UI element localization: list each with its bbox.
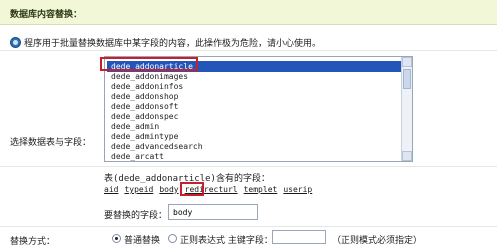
- divider: [0, 226, 497, 227]
- replace-mode-label: 替换方式：: [10, 237, 56, 247]
- replace-field-input[interactable]: [168, 204, 258, 220]
- regex-note: （正则模式必须指定）: [332, 236, 423, 246]
- divider: [0, 166, 497, 167]
- section-title: 数据库内容替换：: [10, 10, 83, 20]
- field-link-aid[interactable]: aid: [104, 185, 118, 194]
- table-select-label: 选择数据表与字段：: [10, 138, 92, 148]
- field-link-templet[interactable]: templet: [244, 185, 278, 194]
- field-links: aid typeid body redirecturl templet userip: [104, 185, 318, 194]
- section-header: 数据库内容替换：: [0, 0, 497, 25]
- field-link-userip[interactable]: userip: [283, 185, 312, 194]
- divider: [0, 50, 497, 51]
- field-link-body[interactable]: body: [159, 185, 178, 194]
- table-option[interactable]: dede_arcatt: [107, 151, 401, 162]
- highlight-box-body-field: [180, 182, 204, 196]
- highlight-box-selected-table: [100, 57, 198, 71]
- field-link-typeid[interactable]: typeid: [124, 185, 153, 194]
- table-listbox[interactable]: dede_addonarticle dede_addonimages dede_ad…: [104, 56, 413, 162]
- option-normal-label: 普通替换: [124, 236, 161, 246]
- listbox-scrollbar[interactable]: [401, 57, 412, 161]
- scroll-thumb[interactable]: [403, 69, 411, 89]
- scroll-up-arrow-icon[interactable]: [402, 57, 412, 67]
- replace-field-label: 要替换的字段：: [104, 211, 168, 221]
- primary-key-input[interactable]: [272, 230, 326, 244]
- option-regex-label: 正则表达式 主键字段：: [180, 236, 273, 246]
- warning-text: 程序用于批量替换数据库中某字段的内容，此操作极为危险，请小心使用。: [24, 39, 322, 49]
- radio-regex-replace[interactable]: [168, 234, 177, 243]
- scroll-down-arrow-icon[interactable]: [402, 151, 412, 161]
- radio-normal-replace[interactable]: [112, 234, 121, 243]
- info-icon: [10, 37, 21, 48]
